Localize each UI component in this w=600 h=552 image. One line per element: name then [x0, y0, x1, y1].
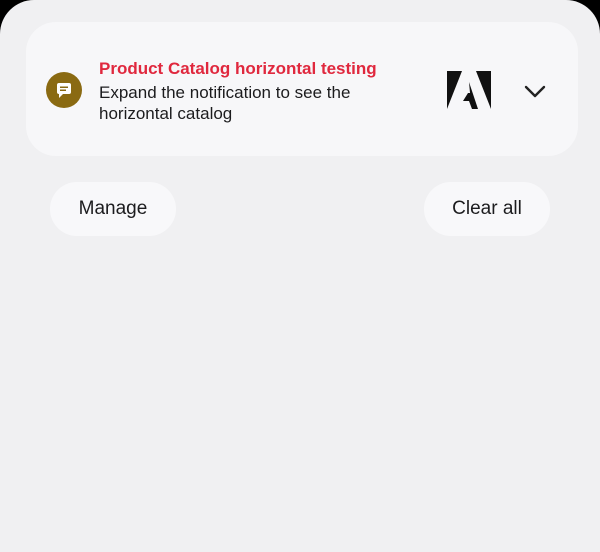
clear-all-button[interactable]: Clear all	[424, 182, 550, 236]
notification-body: Expand the notification to see the horiz…	[99, 83, 351, 123]
notification-card[interactable]: Product Catalog horizontal testing Expan…	[26, 22, 578, 156]
notification-shade: Product Catalog horizontal testing Expan…	[0, 0, 600, 552]
chevron-down-icon[interactable]	[519, 76, 551, 108]
notification-title: Product Catalog horizontal testing	[99, 59, 377, 78]
manage-button[interactable]: Manage	[50, 182, 176, 236]
adobe-logo	[447, 71, 491, 109]
chat-bubble-icon	[46, 72, 82, 108]
